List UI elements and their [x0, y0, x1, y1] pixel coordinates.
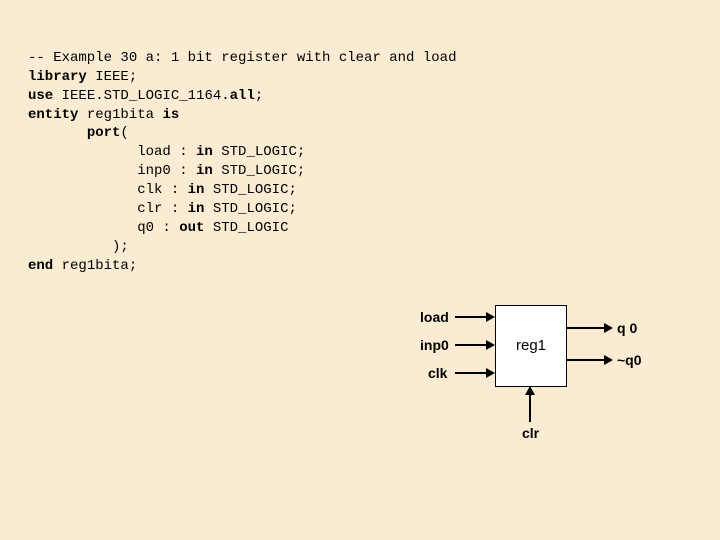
- register-box: reg1: [495, 305, 567, 387]
- code-l8-post: STD_LOGIC;: [204, 182, 296, 198]
- kw-in-3: in: [188, 182, 205, 198]
- arrow-nq0: [604, 355, 613, 365]
- kw-end: end: [28, 258, 53, 274]
- code-l6-pre: load :: [28, 144, 196, 160]
- label-clk: clk: [428, 364, 447, 383]
- wire-clk: [455, 372, 487, 374]
- schematic-diagram: reg1 load inp0 clk q 0 ~q0 clr: [395, 290, 675, 460]
- code-l10-pre: q0 :: [28, 220, 179, 236]
- arrow-clr: [525, 386, 535, 395]
- kw-port: port: [87, 125, 121, 141]
- code-l9-post: STD_LOGIC;: [204, 201, 296, 217]
- wire-q0: [567, 327, 605, 329]
- kw-use: use: [28, 88, 53, 104]
- vhdl-code-block: -- Example 30 a: 1 bit register with cle…: [28, 30, 456, 276]
- label-clr: clr: [522, 424, 539, 443]
- kw-entity: entity: [28, 107, 78, 123]
- code-l7-pre: inp0 :: [28, 163, 196, 179]
- wire-nq0: [567, 359, 605, 361]
- code-l9-pre: clr :: [28, 201, 188, 217]
- arrow-inp0: [486, 340, 495, 350]
- kw-all: all: [230, 88, 255, 104]
- entity-name: reg1bita: [78, 107, 162, 123]
- code-l3-rest: ;: [255, 88, 263, 104]
- label-inp0: inp0: [420, 336, 449, 355]
- label-load: load: [420, 308, 449, 327]
- kw-library: library: [28, 69, 87, 85]
- code-l2-rest: IEEE;: [87, 69, 137, 85]
- kw-in-1: in: [196, 144, 213, 160]
- code-l12-rest: reg1bita;: [53, 258, 137, 274]
- arrow-q0: [604, 323, 613, 333]
- wire-load: [455, 316, 487, 318]
- code-l3-mid: IEEE.STD_LOGIC_1164.: [53, 88, 229, 104]
- kw-in-2: in: [196, 163, 213, 179]
- wire-inp0: [455, 344, 487, 346]
- code-l8-pre: clk :: [28, 182, 188, 198]
- code-l10-post: STD_LOGIC: [204, 220, 288, 236]
- kw-in-4: in: [188, 201, 205, 217]
- arrow-clk: [486, 368, 495, 378]
- label-q0: q 0: [617, 319, 637, 338]
- code-l5-indent: [28, 125, 87, 141]
- label-nq0: ~q0: [617, 351, 642, 370]
- code-l5-rest: (: [120, 125, 128, 141]
- code-l7-post: STD_LOGIC;: [213, 163, 305, 179]
- code-l6-post: STD_LOGIC;: [213, 144, 305, 160]
- kw-is: is: [162, 107, 179, 123]
- arrow-load: [486, 312, 495, 322]
- code-line-1: -- Example 30 a: 1 bit register with cle…: [28, 50, 456, 66]
- code-l11: );: [28, 239, 129, 255]
- kw-out-1: out: [179, 220, 204, 236]
